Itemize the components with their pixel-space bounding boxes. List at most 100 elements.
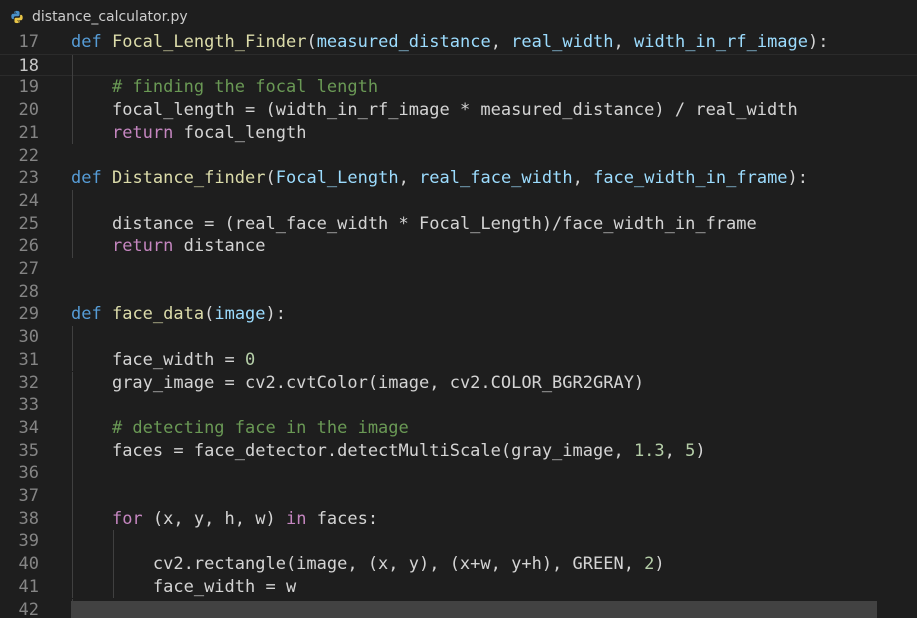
code-line[interactable]: 32 gray_image = cv2.cvtColor(image, cv2.… [0,371,917,395]
code-line[interactable]: 24 [0,189,917,213]
code-line[interactable]: 17 def Focal_Length_Finder(measured_dista… [0,34,917,54]
code-line[interactable]: 19 # finding the focal length [0,76,917,100]
indent-guide [72,485,73,508]
line-number: 24 [18,190,39,211]
code-token: in [285,508,307,529]
code-line[interactable]: 18 [0,53,917,78]
code-token: face_width = w [152,576,297,597]
code-line[interactable]: 31 face_width = 0 [0,348,917,372]
code-editor[interactable]: 17 def Focal_Length_Finder(measured_dista… [0,34,917,618]
code-token: ( [306,34,317,52]
code-text: def Distance_finder(Focal_Length, real_f… [71,167,808,190]
line-number: 40 [18,554,39,575]
line-number: 33 [18,395,39,416]
code-line[interactable]: 38 for (x, y, h, w) in faces: [0,507,917,531]
code-line[interactable]: 39 [0,530,917,554]
line-number: 30 [18,327,39,348]
line-number: 20 [18,100,39,121]
line-number: 26 [18,236,39,257]
code-token: , [398,168,420,189]
code-text: return focal_length [71,122,306,145]
code-token: # finding the focal length [111,77,379,98]
code-token: # detecting face in the image [111,417,409,438]
code-line[interactable]: 25 distance = (real_face_width * Focal_L… [0,212,917,236]
code-token: for [111,508,143,529]
line-number: 22 [18,145,39,166]
code-line[interactable]: 23 def Distance_finder(Focal_Length, real… [0,167,917,190]
line-number: 19 [18,77,39,98]
code-token: gray_image = cv2.cvtColor(image, cv2.COL… [111,372,645,393]
code-line[interactable]: 34 # detecting face in the image [0,416,917,440]
line-number: 38 [18,508,39,529]
code-line[interactable]: 30 [0,326,917,349]
code-line[interactable]: 27 [0,258,917,281]
code-line[interactable]: 22 [0,145,917,168]
line-number: 17 [18,34,39,52]
line-number: 18 [18,55,39,76]
code-token: def [71,168,102,189]
code-line[interactable]: 21 return focal_length [0,121,917,145]
code-line[interactable]: 36 [0,462,917,485]
code-token: Focal_Length_Finder [111,34,307,52]
indent-guide [72,189,73,213]
code-line[interactable]: 37 [0,485,917,508]
code-line[interactable]: 20 focal_length = (width_in_rf_image * m… [0,99,917,122]
code-line[interactable]: 35 faces = face_detector.detectMultiScal… [0,439,917,463]
code-token: 5 [685,440,696,461]
code-text: distance = (real_face_width * Focal_Leng… [71,213,757,236]
code-token: 1.3 [633,440,665,461]
line-number: 35 [18,440,39,461]
code-token: faces: [306,508,379,529]
code-token: distance = (real_face_width * Focal_Leng… [111,213,757,234]
code-token: width_in_rf_image [634,34,809,52]
code-line[interactable]: 26 return distance [0,235,917,258]
code-token: , [613,34,635,52]
code-token: , [664,440,686,461]
line-number: 23 [18,168,39,189]
code-token: (x, y, h, w) [142,508,286,529]
code-token: face_width_in_frame [593,168,788,189]
code-text: face_width = w [71,576,296,599]
code-token: ( [204,304,215,325]
code-token: Distance_finder [111,168,266,189]
python-icon [11,10,23,24]
code-token: ): [787,168,809,189]
code-token: 2 [644,554,655,575]
line-number: 41 [18,576,39,597]
code-text: def Focal_Length_Finder(measured_distanc… [71,34,829,54]
line-number: 21 [18,122,39,143]
code-line[interactable]: 41 face_width = w [0,575,917,599]
indent-guide [72,326,73,349]
code-text: cv2.rectangle(image, (x, y), (x+w, y+h),… [71,553,665,576]
breadcrumb[interactable]: distance_calculator.py [0,0,917,34]
line-number: 32 [18,372,39,393]
code-token: real_width [511,34,614,52]
line-number: 28 [18,281,39,302]
code-text: face_width = 0 [71,349,255,372]
code-line[interactable]: 33 [0,394,917,417]
indent-guide [72,54,73,78]
line-number: 36 [18,463,39,484]
code-text: # finding the focal length [71,76,378,99]
code-token: def [71,304,102,325]
horizontal-scrollbar[interactable] [71,601,877,618]
code-line[interactable]: 29 def face_data(image): [0,303,917,326]
code-line[interactable]: 28 [0,281,917,304]
code-token: , [572,168,594,189]
code-line[interactable]: 40 cv2.rectangle(image, (x, y), (x+w, y+… [0,553,917,576]
indent-guide [72,394,73,417]
code-token: face_width = [111,349,246,370]
file-name[interactable]: distance_calculator.py [32,9,188,25]
code-token: focal_length [173,122,307,143]
